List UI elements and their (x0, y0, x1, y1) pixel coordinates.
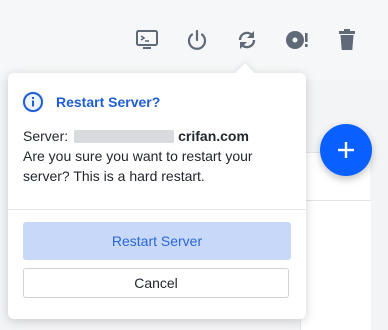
restart-confirm-popover: Restart Server? Server: crifan.com Are y… (8, 63, 306, 319)
server-label: Server: (23, 128, 69, 144)
background-card (300, 200, 371, 330)
server-domain: crifan.com (178, 128, 249, 144)
divider (8, 209, 306, 210)
power-icon[interactable] (183, 26, 211, 54)
plus-icon (338, 142, 354, 158)
confirm-text: Are you sure you want to restart your se… (23, 148, 253, 184)
popover-message: Server: crifan.com Are you sure you want… (23, 126, 293, 186)
info-icon (22, 91, 44, 113)
popover-title: Restart Server? (56, 94, 161, 110)
restart-icon[interactable] (233, 26, 261, 54)
add-button[interactable] (320, 124, 372, 176)
server-line: Server: crifan.com (23, 126, 293, 146)
restart-server-button[interactable]: Restart Server (23, 222, 291, 260)
console-icon[interactable] (133, 26, 161, 54)
cancel-button[interactable]: Cancel (23, 268, 289, 298)
trash-icon[interactable] (333, 26, 361, 54)
server-toolbar (0, 0, 388, 80)
popover-header: Restart Server? (22, 91, 160, 113)
redacted-hostname (74, 129, 175, 143)
disk-icon[interactable] (283, 26, 311, 54)
